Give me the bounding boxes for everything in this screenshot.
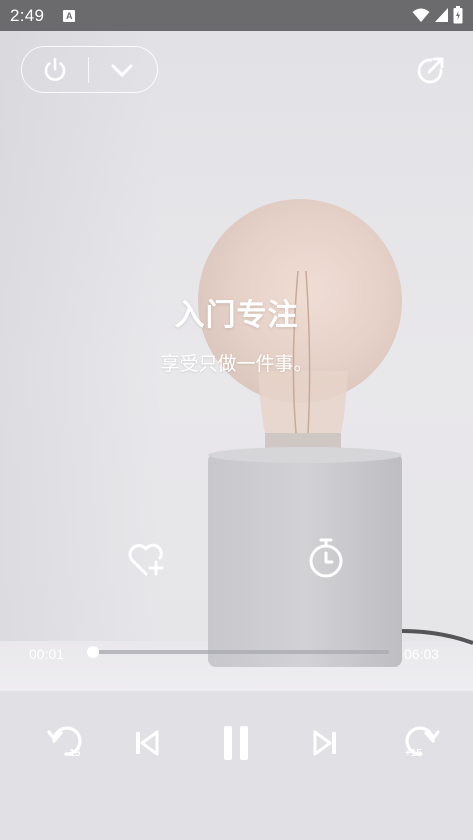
- status-icons: [412, 6, 463, 24]
- rewind-15-label: -15: [66, 748, 81, 759]
- rewind-15-button[interactable]: -15: [44, 721, 88, 765]
- share-icon: [417, 57, 444, 84]
- pause-icon: [224, 726, 248, 760]
- share-button[interactable]: [414, 55, 446, 87]
- next-button[interactable]: [304, 721, 348, 765]
- power-button[interactable]: [22, 48, 88, 92]
- status-time: 2:49: [10, 5, 45, 25]
- heart-plus-icon: [128, 543, 164, 576]
- forward-15-label: +15: [405, 748, 422, 759]
- favorite-button[interactable]: [125, 538, 169, 582]
- previous-button[interactable]: [124, 721, 168, 765]
- skip-previous-icon: [136, 730, 159, 756]
- status-bar: 2:49 A: [0, 0, 473, 31]
- a-box-icon: A: [63, 9, 76, 22]
- chevron-down-icon: [111, 64, 133, 76]
- current-time: 00:01: [29, 646, 65, 662]
- power-icon: [44, 57, 66, 81]
- forward-15-icon: +15: [405, 726, 440, 759]
- top-pill-controls: [21, 46, 158, 93]
- seek-thumb[interactable]: [86, 646, 99, 658]
- track-subtitle: 享受只做一件事。: [160, 354, 313, 375]
- total-time: 06:03: [404, 646, 440, 662]
- forward-15-button[interactable]: +15: [399, 721, 443, 765]
- rewind-15-icon: -15: [47, 726, 82, 759]
- timer-icon: [309, 538, 343, 578]
- timer-button[interactable]: [304, 536, 348, 580]
- playback-controls: -15 +15: [0, 691, 473, 840]
- seek-bar[interactable]: [86, 646, 389, 658]
- collapse-button[interactable]: [89, 48, 155, 92]
- skip-next-icon: [313, 730, 336, 756]
- pause-button[interactable]: [214, 721, 258, 765]
- track-title: 入门专注: [174, 299, 299, 332]
- signal-icon: [435, 8, 448, 22]
- wifi-icon: [412, 8, 430, 22]
- battery-icon: [453, 6, 463, 24]
